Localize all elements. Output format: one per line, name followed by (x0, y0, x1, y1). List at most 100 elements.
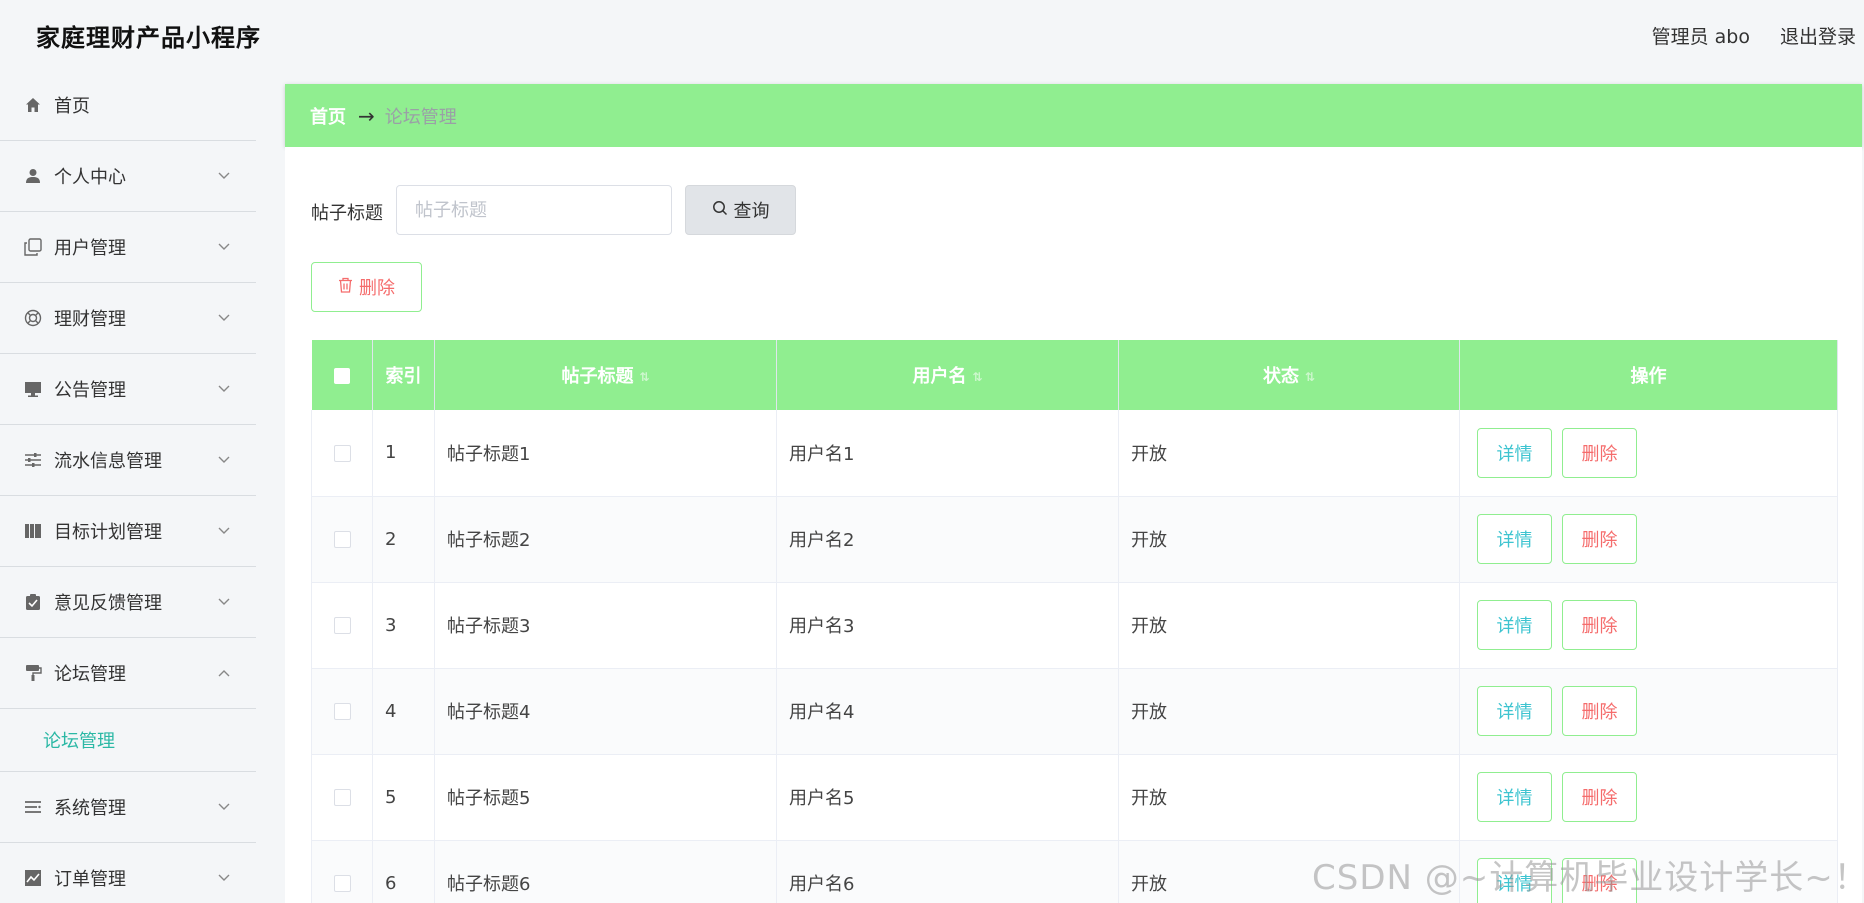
column-header-title[interactable]: 帖子标题 ⇅ (434, 340, 777, 410)
row-checkbox[interactable] (333, 531, 351, 548)
sidebar-item-user-management[interactable]: 用户管理 (0, 212, 256, 283)
row-username: 用户名2 (776, 496, 1119, 583)
forum-posts-table: 索引 帖子标题 ⇅ 用户名 ⇅ 状态 ⇅ 操作 1 帖子标题1 用户名1 开放 详情删… (311, 340, 1838, 903)
trash-icon (338, 277, 353, 298)
delete-button[interactable]: 删除 (1562, 686, 1637, 736)
detail-button[interactable]: 详情 (1477, 427, 1552, 478)
main-content: 帖子标题 查询 删除 索引 帖子标题 ⇅ 用户名 ⇅ 状态 ⇅ 操作 (285, 147, 1862, 903)
table-row: 3 帖子标题3 用户名3 开放 详情 删除 (311, 582, 1838, 669)
row-index: 3 (372, 582, 435, 669)
sidebar-item-label: 订单管理 (54, 869, 126, 890)
table-row: 1 帖子标题1 用户名1 开放 详情 删除 (311, 410, 1838, 497)
sidebar-item-goal-plan-management[interactable]: 目标计划管理 (0, 496, 256, 567)
table-row: 4 帖子标题4 用户名4 开放 详情 删除 (311, 668, 1838, 755)
submenu-item-forum-management[interactable]: 论坛管理 (0, 709, 256, 772)
books-icon (24, 522, 42, 540)
row-actions: 详情 删除 (1459, 668, 1838, 755)
row-title: 帖子标题1 (434, 410, 777, 497)
sidebar-item-forum-management[interactable]: 论坛管理 (0, 638, 256, 709)
column-header-status[interactable]: 状态 ⇅ (1118, 340, 1460, 410)
csdn-watermark: CSDN @~计算机毕业设计学长~！ (1312, 858, 1864, 898)
select-all-checkbox[interactable] (333, 367, 350, 384)
row-select-cell (311, 582, 373, 669)
query-button-label: 查询 (733, 201, 770, 222)
admin-user-label[interactable]: 管理员 abo (1652, 22, 1750, 49)
column-header-username[interactable]: 用户名 ⇅ (776, 340, 1119, 410)
sort-icon[interactable]: ⇅ (972, 370, 982, 384)
sidebar-item-order-management[interactable]: 订单管理 (0, 843, 256, 903)
row-username: 用户名1 (776, 410, 1119, 497)
row-title: 帖子标题6 (434, 840, 777, 903)
row-index: 1 (372, 410, 435, 497)
sidebar-item-home[interactable]: 首页 (0, 70, 256, 141)
sidebar-item-label: 意见反馈管理 (54, 593, 162, 614)
delete-button[interactable]: 删除 (1562, 772, 1637, 822)
column-header-title-label: 帖子标题 (561, 366, 634, 387)
table-row: 2 帖子标题2 用户名2 开放 详情 删除 (311, 496, 1838, 583)
row-index: 4 (372, 668, 435, 755)
table-header-row: 索引 帖子标题 ⇅ 用户名 ⇅ 状态 ⇅ 操作 (311, 340, 1838, 410)
row-status: 开放 (1118, 496, 1460, 583)
chevron-down-icon (218, 236, 230, 255)
row-username: 用户名5 (776, 754, 1119, 841)
sidebar-item-personal-center[interactable]: 个人中心 (0, 141, 256, 212)
row-actions: 详情 删除 (1459, 754, 1838, 841)
row-title: 帖子标题5 (434, 754, 777, 841)
column-header-actions: 操作 (1459, 340, 1838, 410)
breadcrumb-arrow-icon: → (358, 103, 375, 128)
row-checkbox[interactable] (333, 789, 351, 806)
sidebar-item-feedback-management[interactable]: 意见反馈管理 (0, 567, 256, 638)
sliders-icon (24, 451, 42, 469)
sidebar-item-label: 目标计划管理 (54, 522, 162, 543)
chevron-down-icon (218, 307, 230, 326)
row-checkbox[interactable] (333, 617, 351, 634)
table-row: 5 帖子标题5 用户名5 开放 详情 删除 (311, 754, 1838, 841)
detail-button[interactable]: 详情 (1477, 772, 1552, 822)
post-title-search-input[interactable] (396, 185, 672, 235)
home-icon (24, 96, 42, 114)
row-actions: 详情 删除 (1459, 496, 1838, 583)
delete-button[interactable]: 删除 (1562, 514, 1637, 564)
logout-link[interactable]: 退出登录 (1780, 22, 1856, 49)
delete-button[interactable]: 删除 (1562, 427, 1637, 478)
column-header-username-label: 用户名 (912, 366, 967, 387)
row-status: 开放 (1118, 668, 1460, 755)
row-select-cell (311, 410, 373, 497)
user-icon (24, 167, 42, 185)
column-header-status-label: 状态 (1262, 366, 1299, 387)
batch-delete-button[interactable]: 删除 (311, 262, 422, 312)
chevron-down-icon (218, 867, 230, 886)
row-index: 2 (372, 496, 435, 583)
sidebar-item-announcement-management[interactable]: 公告管理 (0, 354, 256, 425)
row-checkbox[interactable] (333, 703, 351, 720)
chart-icon (24, 869, 42, 887)
row-select-cell (311, 754, 373, 841)
copy-icon (24, 238, 42, 256)
sidebar-item-transaction-management[interactable]: 流水信息管理 (0, 425, 256, 496)
row-actions: 详情 删除 (1459, 582, 1838, 669)
detail-button[interactable]: 详情 (1477, 686, 1552, 736)
row-checkbox[interactable] (333, 444, 351, 462)
query-button[interactable]: 查询 (685, 185, 796, 235)
sidebar-item-label: 论坛管理 (54, 664, 126, 685)
sidebar: 首页 个人中心 用户管理 理财管理 公告管理 流水信息管理 目标计划管理 意见反… (0, 70, 256, 903)
header-user-area: 管理员 abo 退出登录 (1652, 22, 1856, 49)
select-all-header[interactable] (311, 340, 373, 410)
sidebar-item-label: 公告管理 (54, 380, 126, 401)
breadcrumb-home-link[interactable]: 首页 (310, 103, 346, 129)
detail-button[interactable]: 详情 (1477, 514, 1552, 564)
search-label: 帖子标题 (311, 203, 383, 224)
row-checkbox[interactable] (333, 875, 351, 892)
top-header: 家庭理财产品小程序 管理员 abo 退出登录 (0, 0, 1864, 70)
detail-button[interactable]: 详情 (1477, 600, 1552, 650)
sort-icon[interactable]: ⇅ (1305, 370, 1315, 384)
sidebar-item-system-management[interactable]: 系统管理 (0, 772, 256, 843)
chevron-down-icon (218, 449, 230, 468)
chevron-down-icon (218, 796, 230, 815)
row-index: 6 (372, 840, 435, 903)
sidebar-item-finance-management[interactable]: 理财管理 (0, 283, 256, 354)
breadcrumb-current: 论坛管理 (384, 106, 457, 128)
row-status: 开放 (1118, 754, 1460, 841)
sort-icon[interactable]: ⇅ (639, 370, 649, 384)
delete-button[interactable]: 删除 (1562, 600, 1637, 650)
